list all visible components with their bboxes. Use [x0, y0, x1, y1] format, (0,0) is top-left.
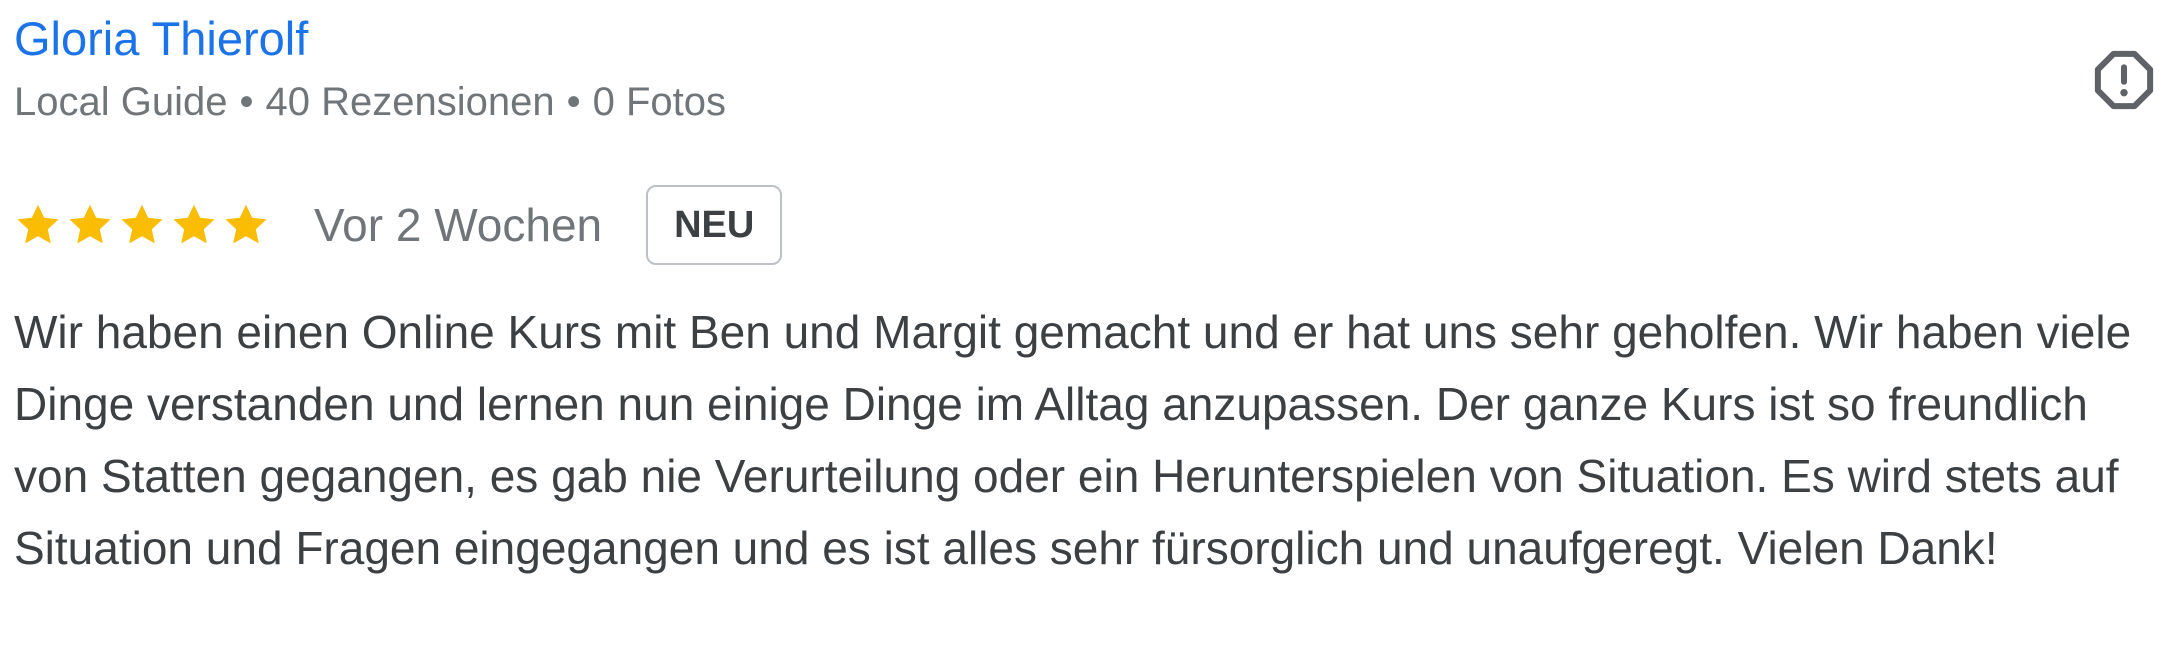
- meta-separator: •: [566, 80, 581, 124]
- photos-count: 0 Fotos: [592, 80, 727, 124]
- new-badge: NEU: [646, 185, 783, 265]
- reviews-count: 40 Rezensionen: [265, 80, 555, 124]
- review-card: Gloria Thierolf Local Guide • 40 Rezension…: [0, 0, 2182, 659]
- star-icon: [225, 204, 267, 244]
- review-text: Wir haben einen Online Kurs mit Ben und …: [14, 306, 2132, 574]
- star-icon: [173, 204, 215, 244]
- meta-separator: •: [239, 80, 254, 124]
- star-icon: [17, 204, 59, 244]
- author-meta: Local Guide • 40 Rezensionen • 0 Fotos: [14, 74, 726, 130]
- star-icon: [69, 204, 111, 244]
- author-name-link[interactable]: Gloria Thierolf: [14, 8, 308, 70]
- report-review-button[interactable]: [2080, 36, 2168, 124]
- rating-row: Vor 2 Wochen NEU: [14, 180, 783, 270]
- star-icon: [121, 204, 163, 244]
- star-rating: [14, 201, 270, 249]
- local-guide-label: Local Guide: [14, 80, 228, 124]
- review-age: Vor 2 Wochen: [314, 199, 603, 251]
- report-octagon-icon: [2094, 50, 2154, 110]
